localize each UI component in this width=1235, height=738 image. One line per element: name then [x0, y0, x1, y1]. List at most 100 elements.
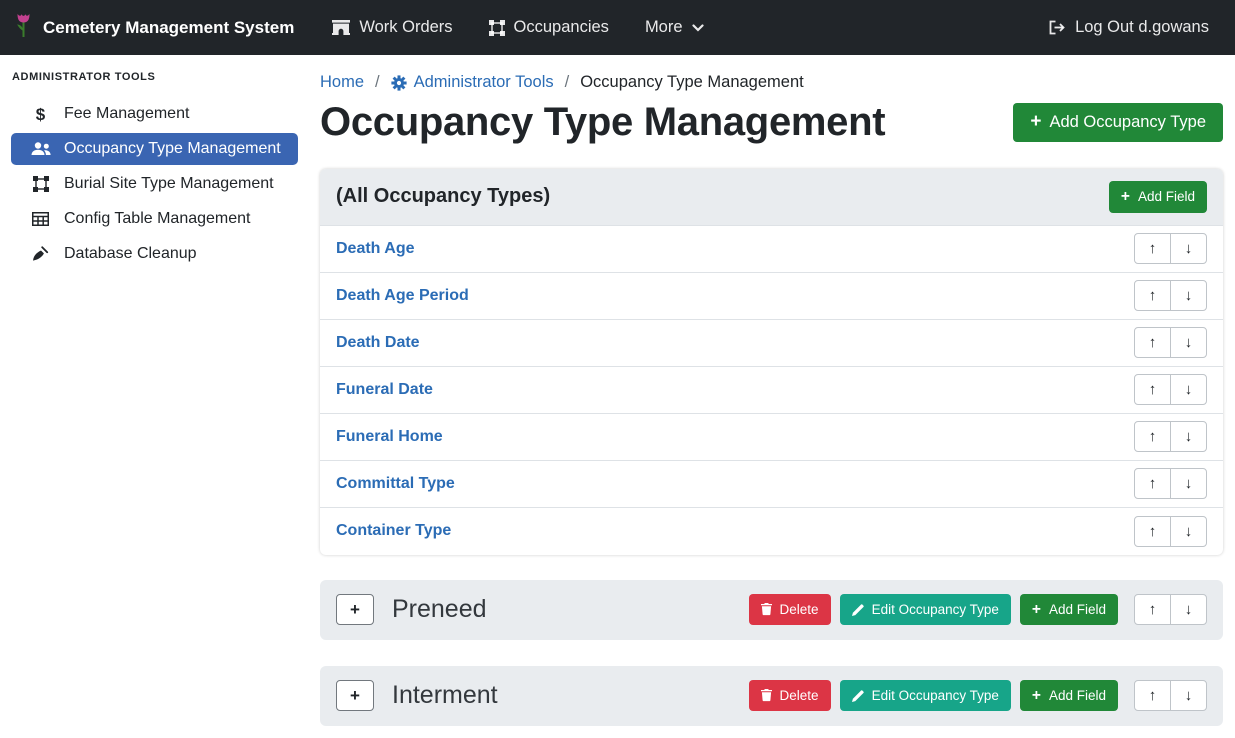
move-down-button[interactable]: ↓	[1170, 421, 1207, 452]
field-link[interactable]: Committal Type	[336, 475, 455, 493]
field-row: Container Type ↑ ↓	[320, 508, 1223, 555]
move-up-button[interactable]: ↑	[1134, 516, 1171, 547]
delete-button[interactable]: Delete	[749, 680, 831, 711]
field-link[interactable]: Death Age Period	[336, 287, 469, 305]
up-arrow-icon: ↑	[1149, 475, 1157, 492]
up-arrow-icon: ↑	[1149, 334, 1157, 351]
field-row: Funeral Date ↑ ↓	[320, 367, 1223, 414]
expand-button[interactable]: +	[336, 594, 374, 625]
plus-icon: +	[1032, 602, 1041, 618]
main-content: Home / Administrator Tool	[308, 55, 1235, 738]
move-up-button[interactable]: ↑	[1134, 327, 1171, 358]
reorder-group: ↑ ↓	[1134, 327, 1207, 358]
field-row: Death Age Period ↑ ↓	[320, 273, 1223, 320]
trash-icon	[761, 603, 772, 616]
logout-link[interactable]: Log Out d.gowans	[1049, 18, 1209, 37]
down-arrow-icon: ↓	[1185, 381, 1193, 398]
add-field-button[interactable]: + Add Field	[1109, 181, 1207, 213]
breadcrumb: Home / Administrator Tool	[320, 73, 1223, 92]
edit-occupancy-type-button[interactable]: Edit Occupancy Type	[840, 680, 1011, 711]
button-label: Add Field	[1049, 602, 1106, 617]
field-row: Death Age ↑ ↓	[320, 226, 1223, 273]
trash-icon	[761, 689, 772, 702]
all-occupancy-types-card: (All Occupancy Types) + Add Field Death …	[320, 169, 1223, 555]
button-label: Delete	[780, 688, 819, 703]
field-link[interactable]: Death Age	[336, 240, 415, 258]
sidebar-item-database-cleanup[interactable]: Database Cleanup	[11, 238, 298, 270]
down-arrow-icon: ↓	[1185, 334, 1193, 351]
up-arrow-icon: ↑	[1149, 523, 1157, 540]
app-title: Cemetery Management System	[43, 18, 294, 38]
delete-button[interactable]: Delete	[749, 594, 831, 625]
move-up-button[interactable]: ↑	[1134, 680, 1171, 711]
sidebar: ADMINISTRATOR TOOLS $ Fee Management Occ…	[0, 55, 308, 738]
add-field-button[interactable]: + Add Field	[1020, 680, 1118, 712]
move-down-button[interactable]: ↓	[1170, 280, 1207, 311]
add-occupancy-type-button[interactable]: + Add Occupancy Type	[1013, 103, 1223, 142]
reorder-group: ↑ ↓	[1134, 374, 1207, 405]
up-arrow-icon: ↑	[1149, 687, 1157, 704]
sidebar-item-label: Occupancy Type Management	[64, 140, 281, 158]
users-icon	[30, 142, 51, 156]
move-down-button[interactable]: ↓	[1170, 233, 1207, 264]
move-down-button[interactable]: ↓	[1170, 327, 1207, 358]
field-link[interactable]: Death Date	[336, 334, 420, 352]
edit-occupancy-type-button[interactable]: Edit Occupancy Type	[840, 594, 1011, 625]
move-down-button[interactable]: ↓	[1170, 516, 1207, 547]
plus-icon: +	[1121, 189, 1130, 205]
gear-icon	[391, 75, 407, 91]
section-title: Interment	[392, 681, 498, 710]
sidebar-item-occupancy-type-management[interactable]: Occupancy Type Management	[11, 133, 298, 165]
breadcrumb-separator: /	[375, 73, 380, 92]
sidebar-item-burial-site-type-management[interactable]: Burial Site Type Management	[11, 168, 298, 200]
logout-icon	[1049, 20, 1066, 35]
up-arrow-icon: ↑	[1149, 601, 1157, 618]
section-bar-interment: + Interment Delete	[320, 666, 1223, 726]
move-down-button[interactable]: ↓	[1170, 680, 1207, 711]
move-up-button[interactable]: ↑	[1134, 421, 1171, 452]
move-up-button[interactable]: ↑	[1134, 374, 1171, 405]
top-navbar: Cemetery Management System Work Orders	[0, 0, 1235, 55]
field-link[interactable]: Container Type	[336, 522, 451, 540]
card-header: (All Occupancy Types) + Add Field	[320, 169, 1223, 226]
occupancies-icon	[489, 20, 505, 36]
move-down-button[interactable]: ↓	[1170, 374, 1207, 405]
breadcrumb-admin-tools-link[interactable]: Administrator Tools	[414, 73, 554, 92]
nav-item-occupancies[interactable]: Occupancies	[489, 18, 609, 37]
button-label: Edit Occupancy Type	[872, 688, 999, 703]
move-up-button[interactable]: ↑	[1134, 594, 1171, 625]
breadcrumb-separator: /	[565, 73, 570, 92]
up-arrow-icon: ↑	[1149, 381, 1157, 398]
card-title: (All Occupancy Types)	[336, 185, 550, 208]
pencil-icon	[852, 690, 864, 702]
nav-item-work-orders[interactable]: Work Orders	[332, 18, 452, 37]
navbar-links: Work Orders Occupancies More	[332, 18, 703, 37]
sidebar-item-fee-management[interactable]: $ Fee Management	[11, 98, 298, 130]
section-actions: Delete Edit Occupancy Type + Add Field ↑	[749, 680, 1207, 712]
move-down-button[interactable]: ↓	[1170, 468, 1207, 499]
nav-item-more[interactable]: More	[645, 18, 704, 37]
move-up-button[interactable]: ↑	[1134, 468, 1171, 499]
breadcrumb-home-link[interactable]: Home	[320, 73, 364, 92]
button-label: Add Occupancy Type	[1049, 113, 1206, 132]
burial-site-icon	[30, 176, 51, 192]
field-row: Committal Type ↑ ↓	[320, 461, 1223, 508]
sidebar-heading: ADMINISTRATOR TOOLS	[0, 63, 308, 95]
breadcrumb-admin-tools: Administrator Tools	[391, 73, 554, 92]
reorder-group: ↑ ↓	[1134, 421, 1207, 452]
sidebar-item-label: Config Table Management	[64, 210, 251, 228]
move-up-button[interactable]: ↑	[1134, 233, 1171, 264]
sidebar-item-label: Burial Site Type Management	[64, 175, 274, 193]
down-arrow-icon: ↓	[1185, 601, 1193, 618]
add-field-button[interactable]: + Add Field	[1020, 594, 1118, 626]
reorder-group: ↑ ↓	[1134, 233, 1207, 264]
section-bar-preneed: + Preneed Delete	[320, 580, 1223, 640]
move-down-button[interactable]: ↓	[1170, 594, 1207, 625]
dollar-icon: $	[30, 106, 51, 123]
field-link[interactable]: Funeral Home	[336, 428, 443, 446]
expand-button[interactable]: +	[336, 680, 374, 711]
move-up-button[interactable]: ↑	[1134, 280, 1171, 311]
reorder-group: ↑ ↓	[1134, 680, 1207, 711]
field-link[interactable]: Funeral Date	[336, 381, 433, 399]
sidebar-item-config-table-management[interactable]: Config Table Management	[11, 203, 298, 235]
